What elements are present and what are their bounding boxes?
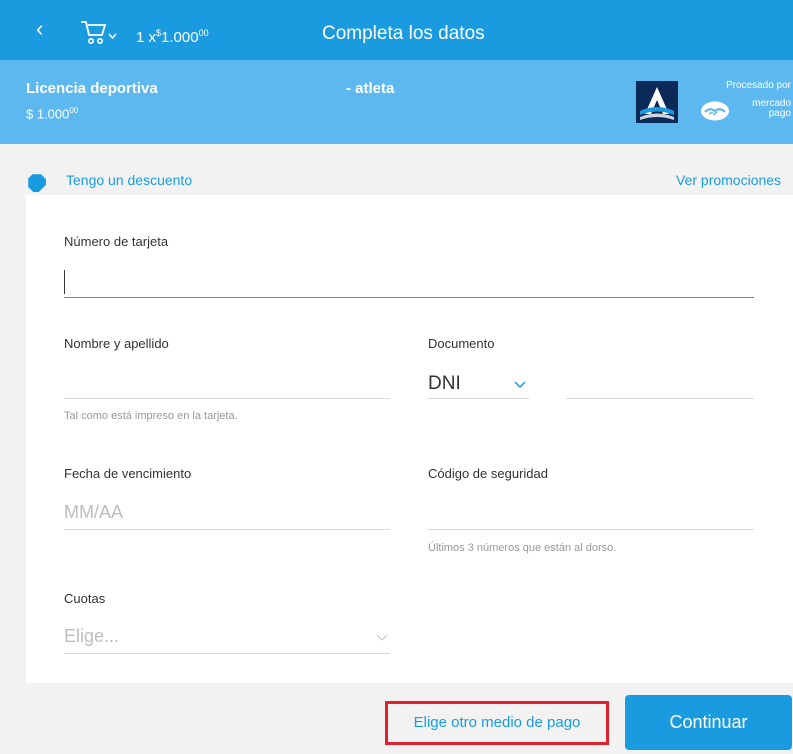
product-subtitle: - atleta [346, 80, 395, 97]
page-title: Completa los datos [322, 23, 485, 44]
mercadopago-logo: mercado pago [699, 96, 793, 124]
chevron-down-icon [514, 381, 526, 389]
security-code-field[interactable] [428, 496, 754, 530]
product-price-main: $ 1.000 [26, 106, 70, 122]
merchant-logo [636, 81, 678, 123]
discount-link[interactable]: Tengo un descuento [66, 171, 192, 189]
other-payment-method-link[interactable]: Elige otro medio de pago [385, 701, 609, 745]
name-field[interactable] [64, 365, 390, 399]
processed-by-label: Procesado por [725, 80, 791, 91]
total-amount: 1.000 [161, 29, 199, 46]
expiry-input[interactable] [64, 496, 390, 529]
name-hint: Tal como está impreso en la tarjeta. [64, 410, 238, 422]
back-chevron-icon[interactable]: ‹ [36, 16, 43, 42]
quantity-prefix: 1 x [136, 29, 157, 46]
card-number-label: Número de tarjeta [64, 234, 169, 249]
card-number-field[interactable] [64, 264, 754, 298]
handshake-icon [701, 101, 729, 121]
expiry-label: Fecha de vencimiento [64, 466, 192, 481]
merchant-a-logo-icon [640, 87, 674, 120]
chevron-down-icon [108, 33, 117, 40]
promotions-link[interactable]: Ver promociones [676, 171, 781, 189]
security-code-hint: Últimos 3 números que están al dorso. [428, 542, 617, 554]
cart-total: 1 x$1.00000 [136, 24, 209, 47]
product-summary: Licencia deportiva $ 1.00000 - atleta Pr… [0, 60, 793, 144]
installments-input[interactable] [64, 620, 390, 653]
product-price: $ 1.00000 [26, 103, 78, 122]
continue-button[interactable]: Continuar [625, 695, 792, 750]
security-code-input[interactable] [428, 496, 754, 529]
discount-tag-icon[interactable] [26, 172, 49, 195]
expiry-field[interactable] [64, 496, 390, 530]
mercadopago-text: mercado pago [733, 99, 791, 119]
document-type-value: DNI [428, 373, 461, 394]
mercadopago-word-2: pago [768, 108, 791, 119]
security-code-label: Código de seguridad [428, 466, 548, 481]
card-number-input[interactable] [64, 264, 754, 297]
name-label: Nombre y apellido [64, 336, 169, 351]
product-price-cents: 00 [69, 106, 79, 115]
document-number-input[interactable] [566, 365, 754, 398]
cart-icon [81, 21, 117, 44]
document-label: Documento [428, 336, 495, 351]
total-cents: 00 [198, 28, 209, 38]
installments-select[interactable] [64, 620, 390, 654]
document-number-field[interactable] [566, 365, 754, 399]
product-name: Licencia deportiva [26, 80, 158, 97]
payment-form: Número de tarjeta Nombre y apellido Tal … [26, 195, 793, 683]
top-bar: ‹ 1 x$1.00000 Completa los datos [0, 0, 793, 60]
chevron-down-icon [376, 634, 388, 641]
text-cursor [64, 270, 65, 294]
name-input[interactable] [64, 365, 390, 398]
cart-dropdown[interactable] [80, 20, 118, 48]
document-type-select[interactable]: DNI [428, 365, 529, 399]
installments-label: Cuotas [64, 591, 106, 606]
